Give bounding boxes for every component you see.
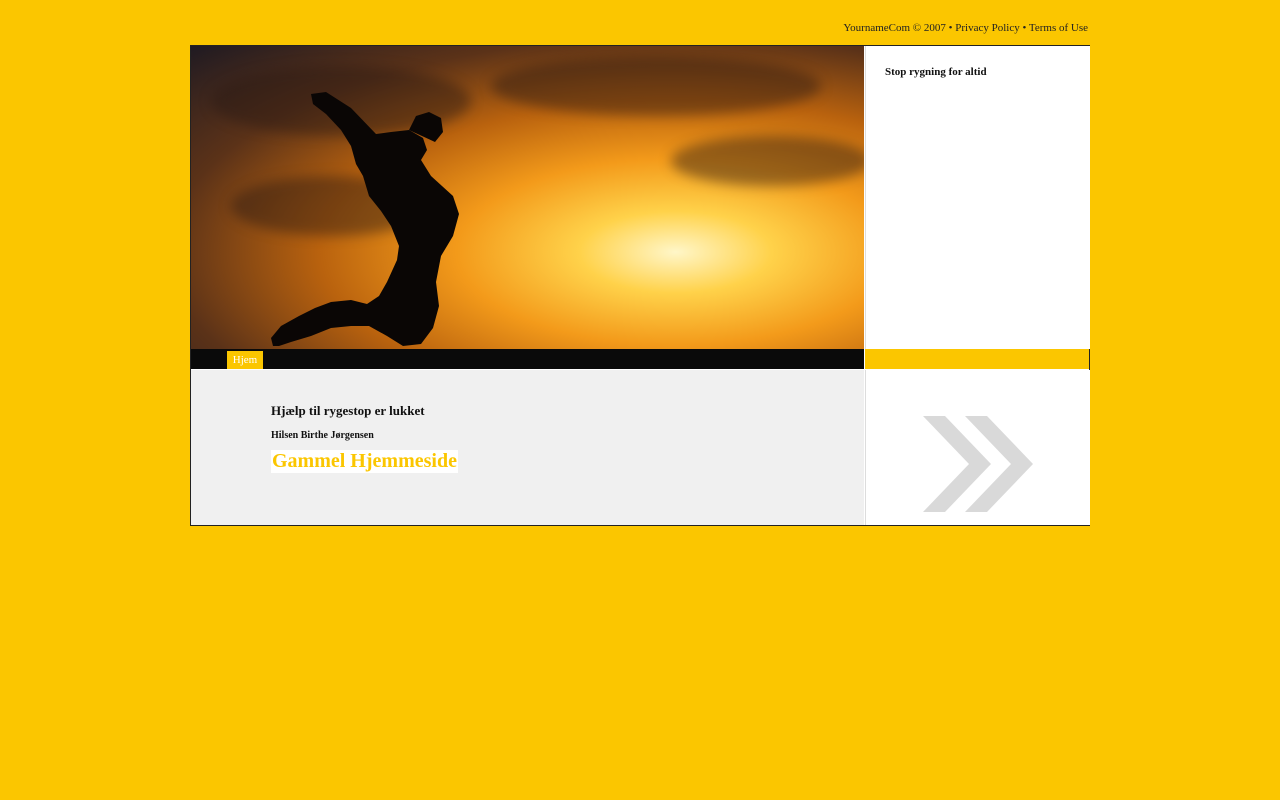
privacy-policy-link[interactable]: Privacy Policy	[955, 22, 1019, 34]
separator: •	[1019, 22, 1029, 34]
old-homepage-link[interactable]: Gammel Hjemmeside	[271, 450, 458, 473]
double-chevron-right-icon	[923, 416, 1033, 512]
page-heading: Hjælp til rygestop er lukket	[271, 403, 425, 418]
page-frame: Stop rygning for altid Hjem Hjælp til ry…	[190, 45, 1090, 526]
sidebar-bottom-panel	[865, 370, 1090, 525]
separator: •	[945, 22, 956, 34]
sidebar-title: Stop rygning for altid	[885, 66, 987, 78]
signature-text: Hilsen Birthe Jørgensen	[271, 430, 374, 441]
copyright-text: YournameCom © 2007	[843, 22, 946, 34]
nav-bar: Hjem	[191, 349, 864, 369]
hero-image	[191, 46, 864, 349]
nav-item-hjem[interactable]: Hjem	[227, 351, 263, 369]
terms-of-use-link[interactable]: Terms of Use	[1029, 22, 1088, 34]
main-content: Hjælp til rygestop er lukket Hilsen Birt…	[191, 370, 864, 525]
sidebar-panel: Stop rygning for altid	[865, 46, 1090, 349]
jumping-silhouette-icon	[271, 92, 459, 346]
nav-bar-side	[865, 349, 1089, 369]
footer-links-top: YournameCom © 2007 • Privacy Policy • Te…	[190, 22, 1088, 34]
